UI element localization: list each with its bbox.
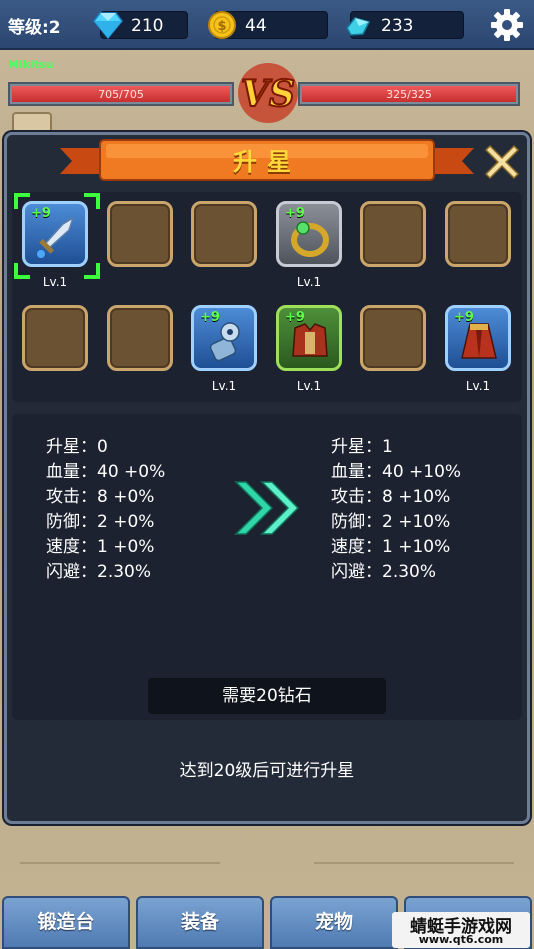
equipment-slot-empty[interactable] — [107, 305, 173, 371]
equipment-slot-empty[interactable] — [22, 305, 88, 371]
enemy-hp-bar: 325/325 — [298, 82, 520, 106]
coin-icon: $ — [208, 11, 236, 39]
slot-level-label: Lv.1 — [296, 379, 322, 393]
player-level: 等级:2 — [8, 18, 61, 38]
svg-text:$: $ — [217, 19, 226, 34]
equipment-slot-armor[interactable]: +9 — [276, 305, 342, 371]
equipment-slot-sword[interactable]: +9 — [22, 201, 88, 267]
equipment-slot-empty[interactable] — [107, 201, 173, 267]
vs-emblem-icon: VS — [238, 63, 298, 123]
equipment-slot-ring[interactable]: +9 — [276, 201, 342, 267]
nav-pet-button[interactable]: 宠物 — [270, 896, 398, 949]
crystal-value: 233 — [381, 16, 414, 36]
vs-text: VS — [241, 73, 295, 115]
equipment-slot-cloak[interactable]: +9 — [445, 305, 511, 371]
nav-equipment-button[interactable]: 装备 — [136, 896, 264, 949]
gauntlet-icon — [209, 322, 240, 362]
sword-icon — [37, 216, 75, 258]
equipment-slot-empty[interactable] — [191, 201, 257, 267]
slot-level-label: Lv.1 — [296, 275, 322, 289]
gold-counter[interactable]: $ 44 — [208, 11, 328, 39]
next-star-stat: 升星：1 — [331, 437, 393, 457]
equipment-slot-empty[interactable] — [360, 201, 426, 267]
crystal-counter[interactable]: 233 — [346, 11, 464, 39]
diamond-icon — [93, 12, 123, 40]
next-speed-stat: 速度：1 +10% — [331, 537, 451, 557]
selection-corner — [84, 193, 100, 209]
slot-level-label: Lv.1 — [211, 379, 237, 393]
armor-icon — [292, 323, 328, 357]
ring-icon — [291, 221, 329, 257]
crystal-icon — [346, 17, 371, 36]
current-star-stat: 升星：0 — [46, 437, 108, 457]
nav-forge-button[interactable]: 锻造台 — [2, 896, 130, 949]
cloak-icon — [461, 323, 497, 359]
current-hp-stat: 血量：40 +0% — [46, 462, 166, 482]
level-requirement-notice: 达到20级后可进行升星 — [179, 761, 355, 781]
top-resource-bar: 等级:2 210 $ 44 233 — [0, 0, 534, 50]
close-icon[interactable] — [482, 140, 522, 180]
equipment-slot-empty[interactable] — [360, 305, 426, 371]
upgrade-cost-button[interactable]: 需要20钻石 — [148, 678, 386, 714]
equipment-slot-gauntlet[interactable]: +9 — [191, 305, 257, 371]
selection-corner — [14, 193, 30, 209]
equipment-slot-empty[interactable] — [445, 201, 511, 267]
player-hp-text: 705/705 — [98, 88, 144, 101]
divider — [314, 862, 514, 864]
slot-level-label: Lv.1 — [465, 379, 491, 393]
enemy-hp-text: 325/325 — [386, 88, 432, 101]
divider — [20, 862, 220, 864]
current-defense-stat: 防御：2 +0% — [46, 512, 155, 532]
settings-gear-icon[interactable] — [488, 6, 526, 44]
dialog-title: 升星 — [233, 148, 301, 176]
player-name: Mikitsu — [8, 58, 54, 71]
slot-level-label: Lv.1 — [42, 275, 68, 289]
next-attack-stat: 攻击：8 +10% — [331, 487, 451, 507]
next-hp-stat: 血量：40 +10% — [331, 462, 462, 482]
gold-value: 44 — [245, 16, 267, 36]
current-attack-stat: 攻击：8 +0% — [46, 487, 155, 507]
diamond-counter[interactable]: 210 — [93, 11, 188, 40]
double-arrow-icon — [234, 481, 300, 535]
watermark-url: www.qt6.com — [418, 933, 504, 946]
next-defense-stat: 防御：2 +10% — [331, 512, 451, 532]
diamond-value: 210 — [131, 16, 164, 36]
next-dodge-stat: 闪避：2.30% — [331, 562, 437, 582]
current-dodge-stat: 闪避：2.30% — [46, 562, 152, 582]
player-hp-bar: 705/705 — [8, 82, 234, 106]
current-speed-stat: 速度：1 +0% — [46, 537, 155, 557]
